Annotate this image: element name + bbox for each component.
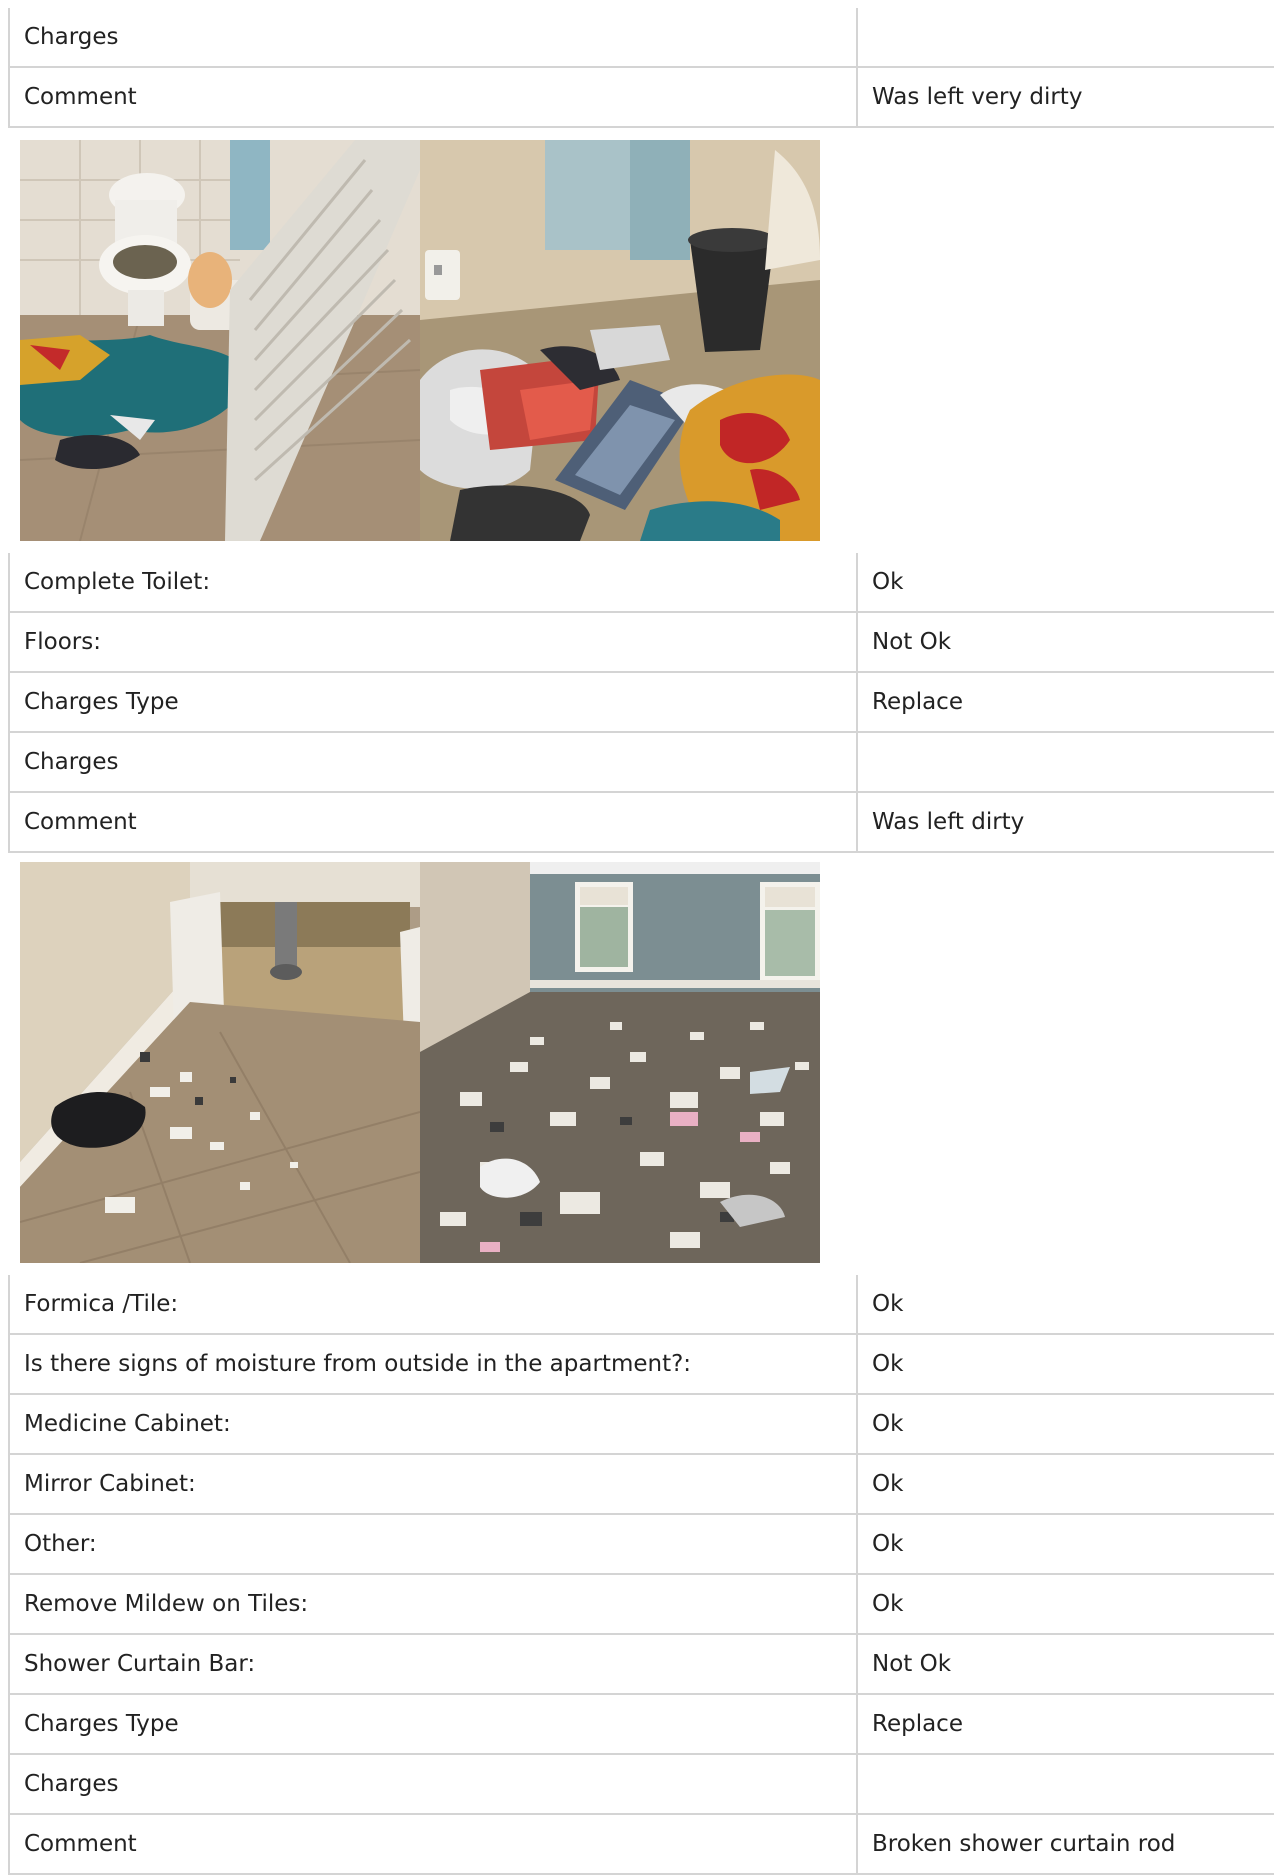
row-label: Other:	[8, 1514, 858, 1575]
row-label: Medicine Cabinet:	[8, 1394, 858, 1455]
table-row: Other: Ok	[8, 1514, 1274, 1575]
table-row: Charges	[8, 8, 1274, 68]
row-value: Ok	[857, 553, 1274, 613]
photo-group	[20, 140, 820, 541]
row-value: Not Ok	[857, 612, 1274, 673]
inspection-section-2: Complete Toilet: Ok Floors: Not Ok Charg…	[8, 553, 1274, 853]
bathroom-toilet-floor-image	[20, 140, 420, 541]
row-label: Charges Type	[8, 1694, 858, 1755]
table-row: Shower Curtain Bar: Not Ok	[8, 1634, 1274, 1695]
row-value: Ok	[857, 1454, 1274, 1515]
row-label: Charges	[8, 8, 858, 68]
row-label: Charges	[8, 732, 858, 793]
inspection-section-1: Charges Comment Was left very dirty	[8, 8, 1274, 128]
row-label: Charges Type	[8, 672, 858, 733]
bathroom-trash-pile-photo[interactable]	[420, 140, 820, 541]
row-value: Ok	[857, 1275, 1274, 1335]
row-label: Comment	[8, 792, 858, 853]
row-label: Complete Toilet:	[8, 553, 858, 613]
row-value	[857, 732, 1274, 793]
bathroom-toilet-floor-photo[interactable]	[20, 140, 420, 541]
row-value: Ok	[857, 1394, 1274, 1455]
row-value: Replace	[857, 1694, 1274, 1755]
row-label: Charges	[8, 1754, 858, 1815]
inspection-table: Complete Toilet: Ok Floors: Not Ok Charg…	[8, 553, 1274, 853]
row-value: Replace	[857, 672, 1274, 733]
table-row: Charges Type Replace	[8, 1694, 1274, 1755]
row-value: Not Ok	[857, 1634, 1274, 1695]
table-row: Mirror Cabinet: Ok	[8, 1454, 1274, 1515]
under-sink-floor-image	[20, 862, 420, 1263]
inspection-table: Formica /Tile: Ok Is there signs of mois…	[8, 1275, 1274, 1875]
bedroom-littered-floor-photo[interactable]	[420, 862, 820, 1263]
table-row: Is there signs of moisture from outside …	[8, 1334, 1274, 1395]
inspection-table: Charges Comment Was left very dirty	[8, 8, 1274, 128]
row-value	[857, 1754, 1274, 1815]
row-value: Was left very dirty	[857, 67, 1274, 128]
table-row: Charges	[8, 1754, 1274, 1815]
row-label: Formica /Tile:	[8, 1275, 858, 1335]
table-row: Comment Broken shower curtain rod	[8, 1814, 1274, 1875]
photo-group	[20, 862, 820, 1263]
table-row: Charges	[8, 732, 1274, 793]
table-row: Charges Type Replace	[8, 672, 1274, 733]
row-label: Is there signs of moisture from outside …	[8, 1334, 858, 1395]
table-row: Floors: Not Ok	[8, 612, 1274, 673]
table-row: Remove Mildew on Tiles: Ok	[8, 1574, 1274, 1635]
row-label: Comment	[8, 1814, 858, 1875]
under-sink-floor-photo[interactable]	[20, 862, 420, 1263]
bathroom-trash-pile-image	[420, 140, 820, 541]
table-row: Complete Toilet: Ok	[8, 553, 1274, 613]
table-row: Comment Was left very dirty	[8, 67, 1274, 128]
row-value: Broken shower curtain rod	[857, 1814, 1274, 1875]
bedroom-littered-floor-image	[420, 862, 820, 1263]
row-value	[857, 8, 1274, 68]
row-label: Remove Mildew on Tiles:	[8, 1574, 858, 1635]
row-value: Was left dirty	[857, 792, 1274, 853]
row-label: Shower Curtain Bar:	[8, 1634, 858, 1695]
table-row: Comment Was left dirty	[8, 792, 1274, 853]
row-value: Ok	[857, 1334, 1274, 1395]
table-row: Formica /Tile: Ok	[8, 1275, 1274, 1335]
row-value: Ok	[857, 1514, 1274, 1575]
row-label: Floors:	[8, 612, 858, 673]
row-value: Ok	[857, 1574, 1274, 1635]
table-row: Medicine Cabinet: Ok	[8, 1394, 1274, 1455]
inspection-section-3: Formica /Tile: Ok Is there signs of mois…	[8, 1275, 1274, 1875]
row-label: Comment	[8, 67, 858, 128]
row-label: Mirror Cabinet:	[8, 1454, 858, 1515]
